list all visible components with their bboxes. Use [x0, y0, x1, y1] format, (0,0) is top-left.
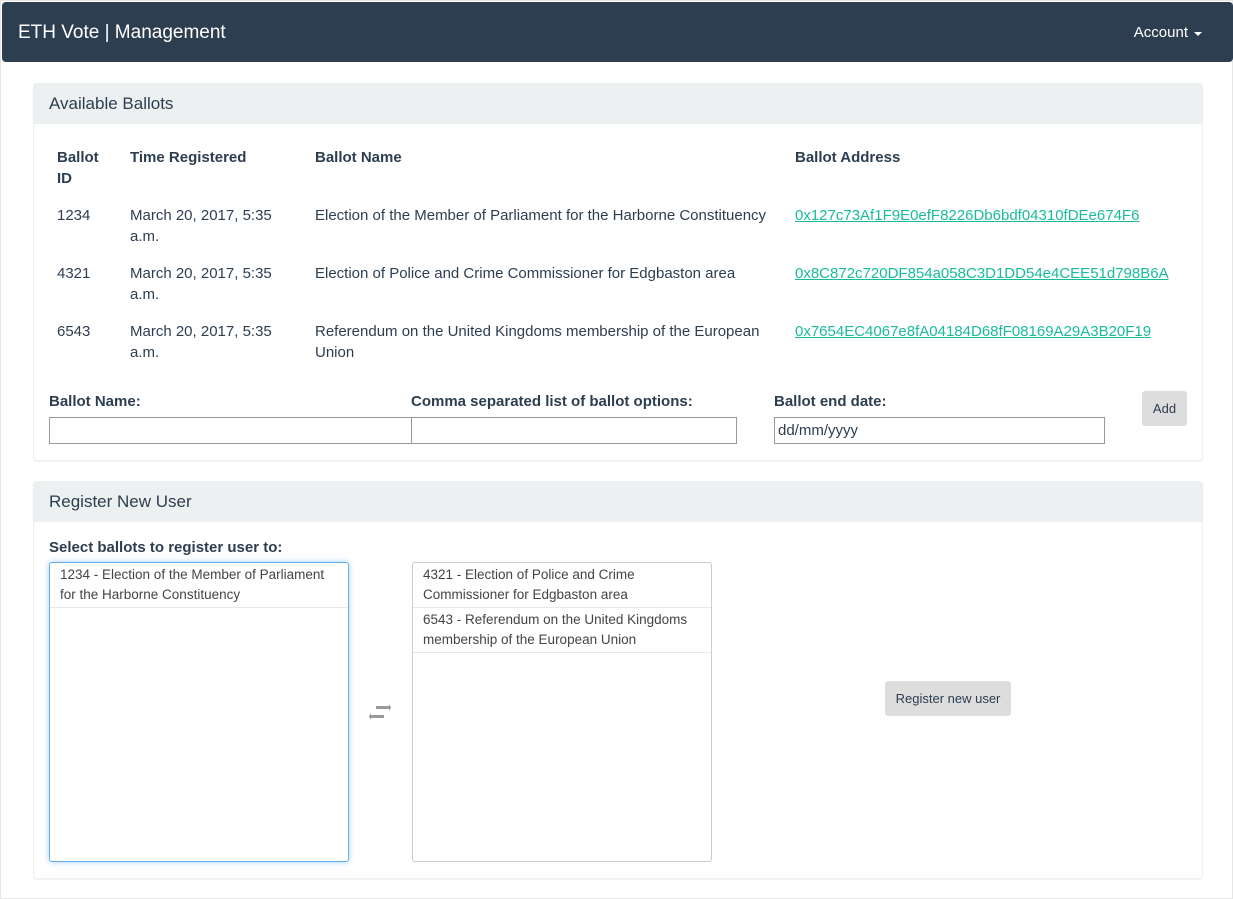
ballot-id: 1234	[57, 207, 91, 224]
list-item[interactable]: 4321 - Election of Police and Crime Comm…	[413, 563, 711, 608]
table-row: 6543 March 20, 2017, 5:35 a.m. Referendu…	[49, 313, 1187, 371]
ballot-name: Referendum on the United Kingdoms member…	[315, 323, 760, 361]
list-item[interactable]: 1234 - Election of the Member of Parliam…	[50, 563, 348, 608]
ballot-address-link[interactable]: 0x8C872c720DF854a058C3D1DD54e4CEE51d798B…	[795, 265, 1169, 282]
ballot-id: 6543	[57, 323, 91, 340]
panel-title: Register New User	[34, 482, 1202, 522]
ballot-address-link[interactable]: 0x127c73Af1F9E0efF8226Db6bdf04310fDEe674…	[795, 207, 1139, 224]
select-ballots-label: Select ballots to register user to:	[49, 539, 283, 556]
table-row: 1234 March 20, 2017, 5:35 a.m. Election …	[49, 197, 1187, 255]
ballot-address-link[interactable]: 0x7654EC4067e8fA04184D68fF08169A29A3B20F…	[795, 323, 1151, 340]
table-row: 4321 March 20, 2017, 5:35 a.m. Election …	[49, 255, 1187, 313]
ballot-time: March 20, 2017, 5:35 a.m.	[130, 207, 272, 245]
navbar: ETH Vote | Management Account	[2, 2, 1233, 62]
column-header-ballot-id: Ballot ID	[57, 149, 99, 187]
table-header-row: Ballot ID Time Registered Ballot Name Ba…	[49, 141, 1187, 197]
selected-ballots-listbox[interactable]: 4321 - Election of Police and Crime Comm…	[412, 562, 712, 862]
ballot-address-cell: 0x127c73Af1F9E0efF8226Db6bdf04310fDEe674…	[787, 197, 1187, 255]
ballot-time: March 20, 2017, 5:35 a.m.	[130, 323, 272, 361]
brand-title[interactable]: ETH Vote | Management	[18, 21, 226, 45]
list-item[interactable]: 6543 - Referendum on the United Kingdoms…	[413, 608, 711, 653]
ballot-time: March 20, 2017, 5:35 a.m.	[130, 265, 272, 303]
column-header-ballot-name: Ballot Name	[315, 149, 402, 166]
ballot-id: 4321	[57, 265, 91, 282]
ballot-end-date-input[interactable]	[774, 417, 1105, 444]
add-ballot-button[interactable]: Add	[1142, 391, 1187, 426]
panel-title: Available Ballots	[34, 84, 1202, 124]
register-new-user-button[interactable]: Register new user	[885, 681, 1011, 716]
caret-down-icon	[1194, 32, 1202, 36]
column-header-time-registered: Time Registered	[130, 149, 247, 166]
available-ballots-listbox[interactable]: 1234 - Election of the Member of Parliam…	[49, 562, 349, 862]
ballot-address-cell: 0x7654EC4067e8fA04184D68fF08169A29A3B20F…	[787, 313, 1187, 371]
column-header-ballot-address: Ballot Address	[795, 149, 901, 166]
ballot-address-cell: 0x8C872c720DF854a058C3D1DD54e4CEE51d798B…	[787, 255, 1187, 313]
ballot-options-input[interactable]	[411, 417, 737, 444]
ballot-name: Election of the Member of Parliament for…	[315, 207, 767, 224]
ballot-end-date-label: Ballot end date:	[774, 393, 887, 410]
ballots-table: Ballot ID Time Registered Ballot Name Ba…	[49, 141, 1187, 371]
page-frame: ETH Vote | Management Account Available …	[0, 0, 1233, 899]
register-new-user-panel: Register New User Select ballots to regi…	[33, 481, 1203, 879]
account-dropdown[interactable]: Account	[1134, 24, 1202, 42]
ballot-name: Election of Police and Crime Commissione…	[315, 265, 736, 282]
account-label: Account	[1133, 24, 1188, 41]
available-ballots-panel: Available Ballots Ballot ID Time Registe…	[33, 83, 1203, 461]
ballot-name-label: Ballot Name:	[49, 393, 141, 410]
exchange-arrows-icon[interactable]	[369, 704, 391, 722]
ballot-options-label: Comma separated list of ballot options:	[411, 393, 693, 410]
ballot-name-input[interactable]	[49, 417, 412, 444]
